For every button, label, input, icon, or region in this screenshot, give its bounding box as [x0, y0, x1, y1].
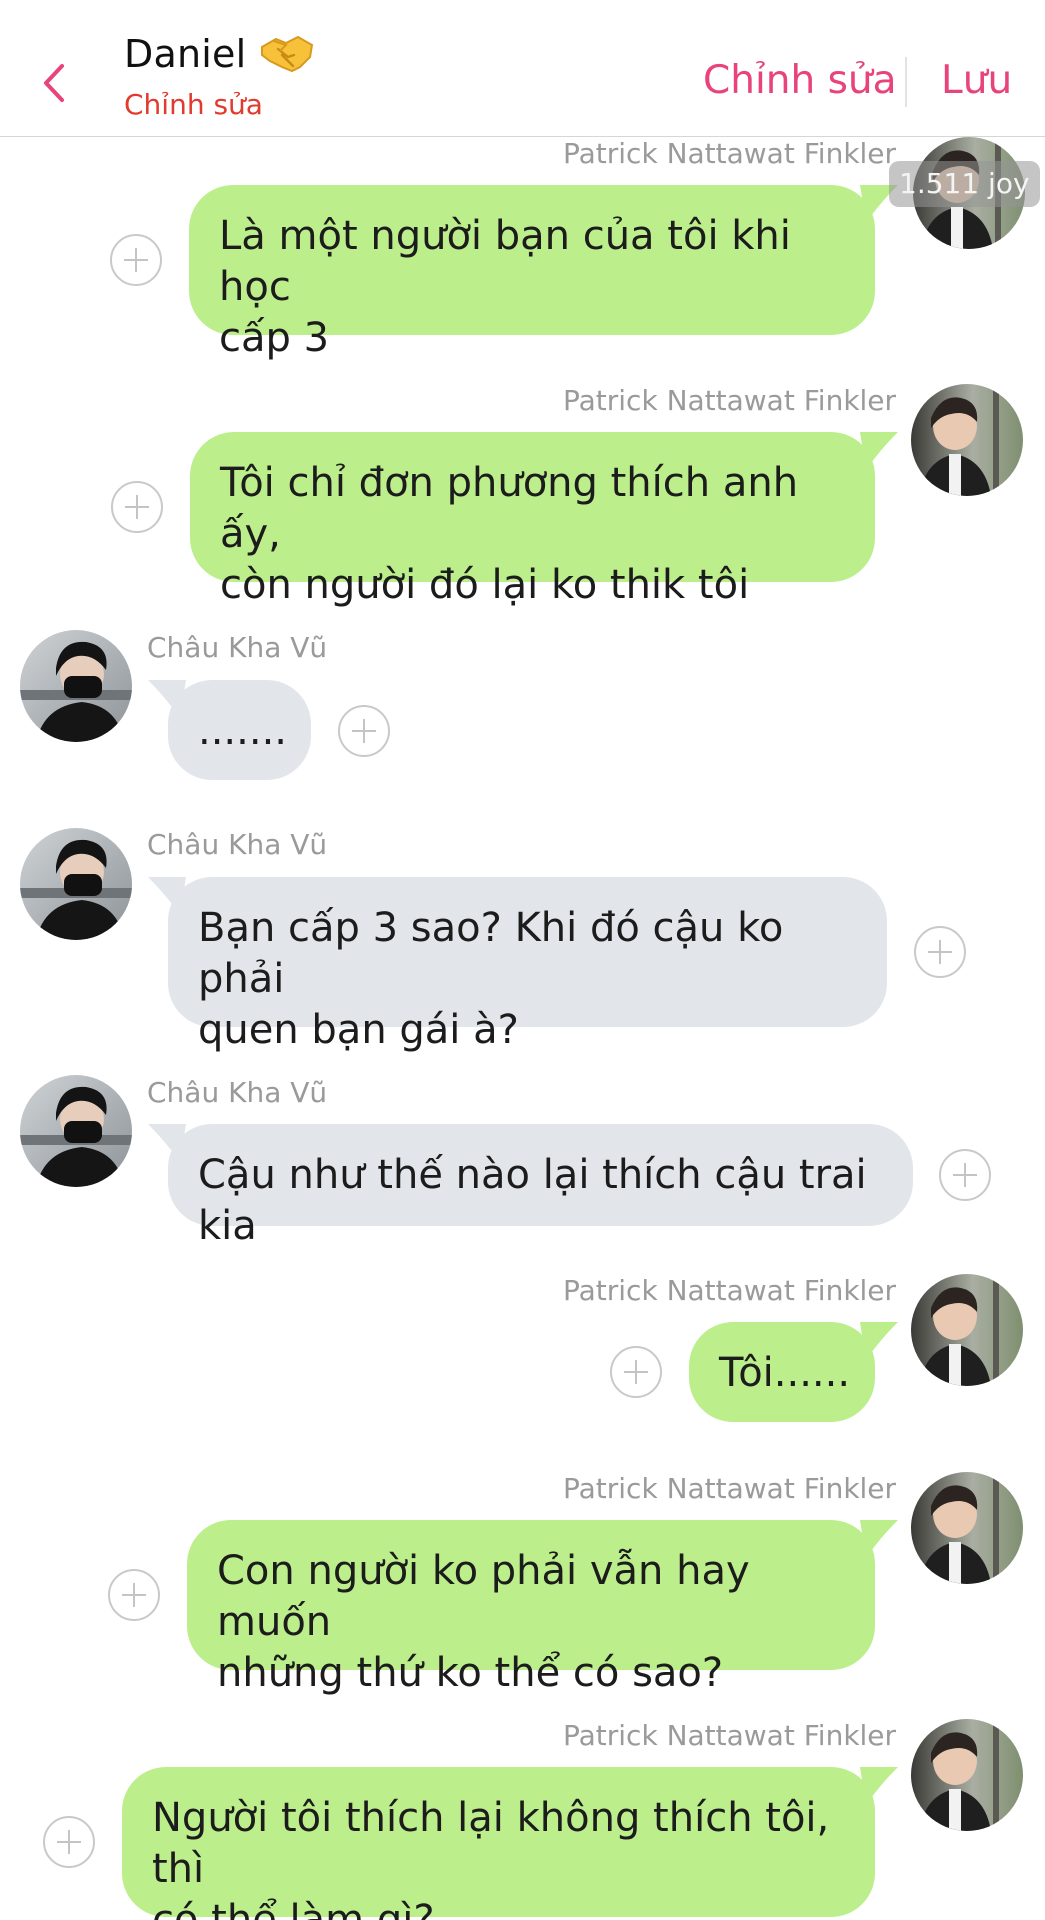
add-reaction-button[interactable] [43, 1816, 95, 1868]
sender-name: Patrick Nattawat Finkler [563, 137, 897, 170]
page-title: Daniel [124, 32, 247, 76]
joy-badge: 1.511 joy [889, 161, 1040, 207]
avatar[interactable] [20, 630, 132, 742]
avatar[interactable] [20, 828, 132, 940]
bubble-tail [860, 1322, 898, 1360]
header-bar: Daniel Chỉnh sửa Chỉnh sửa Lưu [0, 0, 1045, 137]
save-button[interactable]: Lưu [941, 58, 1012, 103]
message-bubble[interactable]: Tôi...... [689, 1322, 875, 1422]
message-line: còn người đó lại ko thik tôi [220, 562, 750, 608]
add-reaction-button[interactable] [111, 481, 163, 533]
sender-name: Châu Kha Vũ [147, 631, 328, 664]
message-line: Tôi chỉ đơn phương thích anh ấy, [220, 460, 799, 557]
edit-button[interactable]: Chỉnh sửa [703, 58, 897, 103]
add-reaction-button[interactable] [110, 234, 162, 286]
sender-name: Patrick Nattawat Finkler [563, 384, 897, 417]
avatar[interactable] [20, 1075, 132, 1187]
message-line: Con người ko phải vẫn hay muốn [217, 1548, 750, 1645]
sender-name: Châu Kha Vũ [147, 1076, 328, 1109]
bubble-tail [860, 1767, 898, 1805]
bubble-tail [860, 432, 898, 470]
bubble-tail [860, 1520, 898, 1558]
message-line: ....... [198, 708, 288, 754]
handshake-icon [260, 33, 314, 75]
avatar[interactable] [911, 1719, 1023, 1831]
avatar[interactable] [911, 1274, 1023, 1386]
message-line: Là một người bạn của tôi khi học [219, 213, 791, 310]
message-line: cấp 3 [219, 315, 330, 361]
header-divider [905, 57, 907, 107]
message-bubble[interactable]: Con người ko phải vẫn hay muốn những thứ… [187, 1520, 875, 1696]
add-reaction-button[interactable] [610, 1346, 662, 1398]
message-line: Bạn cấp 3 sao? Khi đó cậu ko phải [198, 905, 784, 1002]
add-reaction-button[interactable] [338, 705, 390, 757]
add-reaction-button[interactable] [939, 1149, 991, 1201]
message-bubble[interactable]: Cậu như thế nào lại thích cậu trai kia [168, 1124, 913, 1249]
message-bubble[interactable]: Bạn cấp 3 sao? Khi đó cậu ko phải quen b… [168, 877, 887, 1053]
chevron-left-icon [44, 64, 64, 102]
message-bubble[interactable]: Tôi chỉ đơn phương thích anh ấy, còn ngư… [190, 432, 875, 608]
sender-name: Patrick Nattawat Finkler [563, 1719, 897, 1752]
avatar[interactable] [911, 384, 1023, 496]
avatar[interactable] [911, 1472, 1023, 1584]
message-line: Người tôi thích lại không thích tôi, thì [152, 1795, 830, 1892]
message-bubble[interactable]: Là một người bạn của tôi khi học cấp 3 [189, 185, 875, 361]
message-line: Tôi...... [719, 1350, 851, 1396]
sender-name: Patrick Nattawat Finkler [563, 1274, 897, 1307]
message-line: những thứ ko thể có sao? [217, 1650, 724, 1696]
message-line: Cậu như thế nào lại thích cậu trai kia [198, 1152, 867, 1249]
back-button[interactable] [36, 58, 76, 108]
message-line: quen bạn gái à? [198, 1007, 519, 1053]
chat-screen: Daniel Chỉnh sửa Chỉnh sửa Lưu Patrick N… [0, 0, 1045, 1920]
title-block: Daniel Chỉnh sửa [124, 32, 314, 121]
add-reaction-button[interactable] [108, 1569, 160, 1621]
sender-name: Patrick Nattawat Finkler [563, 1472, 897, 1505]
message-bubble[interactable]: Người tôi thích lại không thích tôi, thì… [122, 1767, 875, 1920]
message-bubble[interactable]: ....... [168, 680, 311, 780]
header-subtitle[interactable]: Chỉnh sửa [124, 88, 314, 121]
sender-name: Châu Kha Vũ [147, 828, 328, 861]
message-line: có thể làm gì? [152, 1897, 435, 1920]
add-reaction-button[interactable] [914, 926, 966, 978]
